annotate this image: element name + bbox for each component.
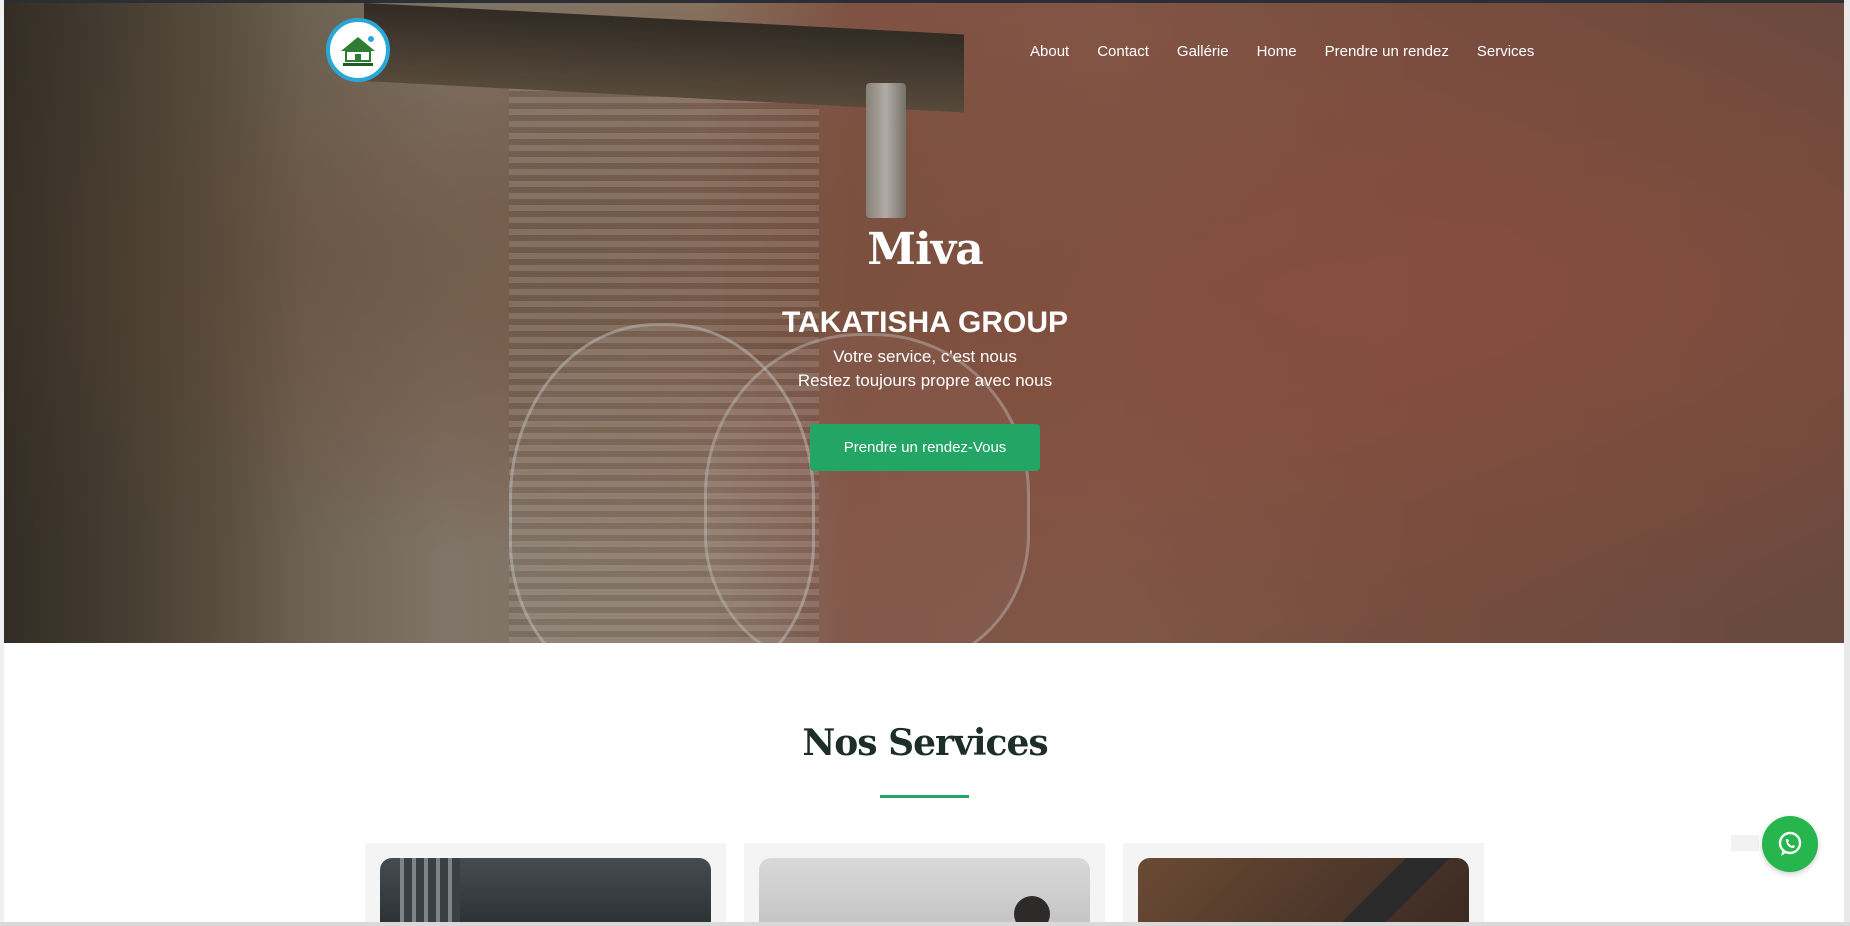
bottom-strip <box>0 922 1850 926</box>
main-nav: About Contact Gallérie Home Prendre un r… <box>1030 43 1534 60</box>
nav-link-contact[interactable]: Contact <box>1097 43 1149 60</box>
house-logo-icon <box>341 36 375 66</box>
service-card[interactable] <box>1123 843 1484 926</box>
service-card-image <box>1138 858 1469 926</box>
title-underline <box>880 795 969 798</box>
hero-company-name: TAKATISHA GROUP <box>781 306 1069 339</box>
service-card-image <box>380 858 711 926</box>
nav-link-services[interactable]: Services <box>1477 43 1535 60</box>
services-section-title: Nos Services <box>802 722 1048 764</box>
service-card[interactable] <box>744 843 1105 926</box>
whatsapp-chat-button[interactable] <box>1762 816 1818 872</box>
hero-brand-title: Miva <box>867 224 984 275</box>
site-logo[interactable] <box>326 18 390 82</box>
book-appointment-button[interactable]: Prendre un rendez-Vous <box>810 424 1040 471</box>
page-scrollbar[interactable] <box>1844 0 1850 926</box>
nav-link-about[interactable]: About <box>1030 43 1069 60</box>
nav-link-appointment[interactable]: Prendre un rendez <box>1325 43 1449 60</box>
nav-link-home[interactable]: Home <box>1257 43 1297 60</box>
service-card-image <box>759 858 1090 926</box>
nav-link-gallery[interactable]: Gallérie <box>1177 43 1229 60</box>
whatsapp-tooltip-tab <box>1731 835 1759 851</box>
whatsapp-icon <box>1778 831 1802 856</box>
hero-tagline-secondary: Restez toujours propre avec nous <box>797 371 1053 390</box>
service-card[interactable] <box>365 843 726 926</box>
hero-tagline: Votre service, c'est nous <box>833 347 1017 366</box>
